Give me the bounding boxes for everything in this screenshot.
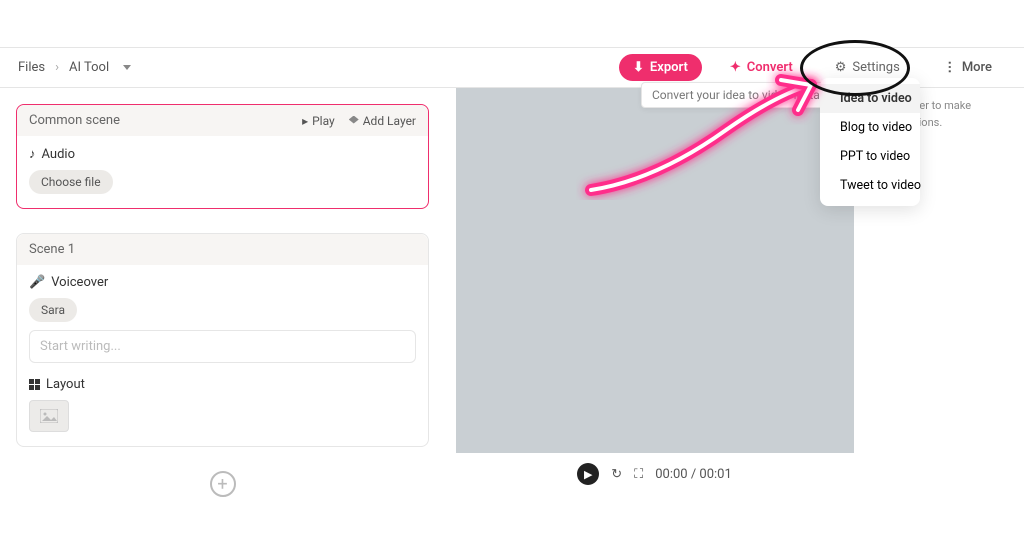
preview-canvas[interactable]	[456, 88, 854, 453]
export-button[interactable]: ⬇ Export	[619, 54, 702, 81]
add-scene-button[interactable]: +	[210, 471, 236, 497]
common-scene-panel[interactable]: Common scene ▸ Play Add Layer ♪ Audio	[16, 104, 429, 209]
play-button[interactable]: ▶	[577, 463, 599, 485]
item-label: Idea to video	[840, 91, 912, 106]
choose-file-button[interactable]: Choose file	[29, 170, 113, 194]
panel-header: Scene 1	[17, 234, 428, 265]
add-scene-row: +	[16, 471, 429, 497]
more-label: More	[962, 60, 992, 75]
script-input[interactable]: Start writing...	[29, 330, 416, 363]
breadcrumb-root[interactable]: Files	[18, 60, 45, 75]
layers-icon	[349, 116, 359, 126]
play-icon: ▸	[302, 114, 308, 128]
panel-header: Common scene ▸ Play Add Layer	[17, 105, 428, 136]
voice-chip[interactable]: Sara	[29, 298, 77, 322]
convert-button[interactable]: ✦ Convert	[716, 54, 807, 81]
replay-icon[interactable]: ↻	[611, 467, 622, 482]
panel-title: Scene 1	[29, 242, 75, 257]
item-label: Blog to video	[840, 120, 912, 135]
header-actions: ⬇ Export ✦ Convert ⚙ Settings ⋯ More	[619, 54, 1006, 81]
layout-thumbnail[interactable]	[29, 400, 69, 432]
layout-label: Layout	[46, 377, 85, 392]
voiceover-label: Voiceover	[51, 275, 108, 290]
kebab-icon: ⋯	[941, 61, 956, 75]
sparkle-icon: ✦	[730, 60, 741, 75]
more-button[interactable]: ⋯ More	[928, 54, 1006, 81]
voiceover-row: 🎤 Voiceover	[29, 275, 416, 290]
play-button[interactable]: ▸ Play	[302, 114, 335, 128]
player-controls: ▶ ↻ ⛶ 00:00 / 00:01	[577, 463, 732, 485]
item-label: Tweet to video	[840, 178, 921, 193]
left-panel: Common scene ▸ Play Add Layer ♪ Audio	[0, 88, 445, 536]
dropdown-item-idea-to-video[interactable]: Idea to video	[820, 84, 920, 113]
time-display: 00:00 / 00:01	[655, 467, 732, 482]
convert-dropdown: Idea to video Blog to video PPT to video…	[820, 78, 920, 206]
music-note-icon: ♪	[29, 146, 36, 162]
layout-icon	[29, 379, 40, 390]
chevron-down-icon[interactable]	[123, 65, 131, 70]
add-layer-button[interactable]: Add Layer	[349, 114, 416, 128]
scene-1-panel[interactable]: Scene 1 🎤 Voiceover Sara Start writing..…	[16, 233, 429, 447]
image-icon	[40, 409, 58, 423]
dropdown-item-ppt-to-video[interactable]: PPT to video	[820, 142, 920, 171]
dropdown-item-tweet-to-video[interactable]: Tweet to video	[820, 171, 920, 200]
audio-label: Audio	[42, 147, 75, 162]
fullscreen-icon[interactable]: ⛶	[634, 467, 643, 482]
download-icon: ⬇	[633, 60, 644, 75]
gear-icon: ⚙	[835, 60, 847, 75]
dropdown-item-blog-to-video[interactable]: Blog to video	[820, 113, 920, 142]
microphone-icon: 🎤	[29, 275, 45, 290]
window-titlebar	[0, 0, 1024, 48]
preview-column: ▶ ↻ ⛶ 00:00 / 00:01	[445, 88, 864, 536]
audio-row: ♪ Audio	[29, 146, 416, 162]
add-layer-label: Add Layer	[363, 114, 416, 128]
chevron-right-icon: ›	[55, 60, 59, 75]
panel-title: Common scene	[29, 113, 120, 128]
layout-row: Layout	[29, 377, 416, 392]
breadcrumb: Files › AI Tool	[18, 60, 131, 75]
item-label: PPT to video	[840, 149, 910, 164]
settings-button[interactable]: ⚙ Settings	[821, 54, 914, 81]
breadcrumb-current[interactable]: AI Tool	[69, 60, 109, 75]
play-label: Play	[312, 114, 335, 128]
settings-label: Settings	[852, 60, 899, 75]
convert-label: Convert	[747, 60, 793, 75]
export-label: Export	[650, 60, 688, 75]
